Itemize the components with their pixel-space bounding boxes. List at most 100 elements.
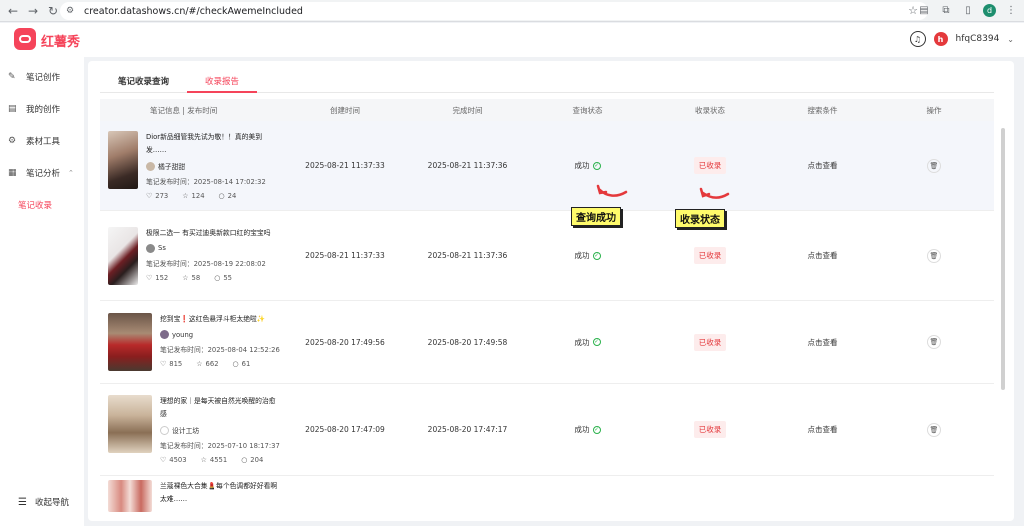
collects-count: ☆ 124 <box>182 192 204 200</box>
created-time: 2025-08-20 17:47:09 <box>305 425 385 434</box>
likes-value: 4503 <box>169 456 187 464</box>
actions-cell: 🗑 <box>875 422 993 437</box>
address-bar[interactable]: ⚙ creator.datashows.cn/#/checkAwemeInclu… <box>60 2 928 20</box>
query-status-cell: 成功 ✓ <box>525 160 650 171</box>
view-search-link[interactable]: 点击查看 <box>808 338 838 347</box>
sidebar-item-material-tools[interactable]: ⚙ 素材工具 <box>0 125 84 157</box>
finished-time: 2025-08-20 17:47:17 <box>427 425 508 434</box>
comments-count: ○ 55 <box>214 274 232 282</box>
note-thumbnail[interactable] <box>108 226 138 285</box>
col-header-search: 搜索条件 <box>807 105 838 115</box>
view-search-link[interactable]: 点击查看 <box>808 425 838 434</box>
delete-icon[interactable]: 🗑 <box>927 422 941 437</box>
heart-icon: ♡ <box>160 456 167 464</box>
username[interactable]: hfqC8394 <box>956 34 1000 44</box>
publish-time: 笔记发布时间：2025-08-04 12:52:26 <box>160 346 280 354</box>
comment-icon: ○ <box>214 273 221 282</box>
collapse-nav-button[interactable]: ☰ 收起导航 <box>18 496 69 509</box>
view-search-link[interactable]: 点击查看 <box>808 251 838 260</box>
tab-include-report[interactable]: 收录报告 <box>187 71 258 93</box>
delete-icon[interactable]: 🗑 <box>927 335 941 349</box>
callout-query-success: 查询成功 <box>571 207 621 226</box>
check-circle-icon: ✓ <box>592 251 601 260</box>
comments-value: 55 <box>223 273 232 282</box>
query-status-text: 成功 <box>574 425 590 434</box>
query-status: 成功 ✓ <box>575 160 601 171</box>
media-icon[interactable]: ▤ <box>917 3 931 17</box>
sidebar-item-note-analysis[interactable]: ▦ 笔记分析 ⌃ <box>0 157 84 189</box>
query-status-cell: 成功 ✓ <box>525 337 650 348</box>
tab-include-query[interactable]: 笔记收录查询 <box>100 71 187 93</box>
col-header-actions: 操作 <box>926 105 942 115</box>
comments-value: 204 <box>250 456 264 464</box>
query-status-text: 成功 <box>574 337 590 347</box>
note-title[interactable]: Dior新品细管我先试为敬！！真的美到发…… <box>146 131 280 157</box>
note-title[interactable]: 挖到宝❗这红色悬浮斗柜太绝啦✨ <box>160 313 280 326</box>
query-status-text: 成功 <box>574 161 590 170</box>
support-headset-icon[interactable]: ♫ <box>909 31 926 47</box>
collects-value: 4551 <box>209 456 228 464</box>
browser-menu-icon[interactable]: ⋮ <box>1004 3 1018 17</box>
comment-icon: ○ <box>241 456 248 464</box>
note-cell: 兰蔻裸色大合集💄每个色调都好好看啊太难…… <box>100 476 280 518</box>
callout-include-status: 收录状态 <box>675 209 725 228</box>
likes-count: ♡ 815 <box>160 360 182 368</box>
col-header-created: 创建时间 <box>330 105 360 115</box>
sidebar-item-note-include[interactable]: 笔记收录 <box>0 189 84 221</box>
extensions-icon[interactable]: ⧉ <box>939 3 953 17</box>
sidebar-item-my-works[interactable]: ▤ 我的创作 <box>0 93 84 125</box>
query-status: 成功 ✓ <box>575 424 601 435</box>
collapse-menu-icon: ☰ <box>18 496 27 508</box>
author-avatar <box>160 330 169 339</box>
note-title[interactable]: 理想的家｜是每天被自然光唤醒的治愈感 <box>160 395 280 421</box>
forward-icon[interactable]: → <box>24 2 42 20</box>
author-name: Ss <box>158 244 166 252</box>
table-header: 笔记信息 | 发布时间 创建时间 完成时间 查询状态 收录状态 搜索条件 操作 <box>100 99 994 121</box>
search-cell: 点击查看 <box>770 160 875 171</box>
delete-icon[interactable]: 🗑 <box>927 248 941 263</box>
include-status-cell: 已收录 <box>650 333 770 351</box>
table-scrollbar[interactable] <box>1001 128 1005 390</box>
table-row: 挖到宝❗这红色悬浮斗柜太绝啦✨ young 笔记发布时间：2025-08-04 … <box>100 301 994 384</box>
sidebar-item-note-create[interactable]: ✎ 笔记创作 <box>0 61 84 93</box>
report-table: 笔记信息 | 发布时间 创建时间 完成时间 查询状态 收录状态 搜索条件 操作 … <box>100 99 994 516</box>
logo-icon <box>14 28 36 50</box>
note-cell: Dior新品细管我先试为敬！！真的美到发…… 橘子甜甜 笔记发布时间：2025-… <box>100 125 280 206</box>
site-settings-icon[interactable]: ⚙ <box>66 6 80 16</box>
created-time: 2025-08-21 11:37:33 <box>305 251 385 260</box>
collects-count: ☆ 662 <box>196 360 218 368</box>
author-name: 橘子甜甜 <box>158 163 186 171</box>
likes-value: 815 <box>169 360 183 368</box>
col-header-query-status: 查询状态 <box>572 105 603 115</box>
note-author: 设计工坊 <box>160 425 280 435</box>
note-thumbnail[interactable] <box>108 480 152 512</box>
author-avatar <box>146 243 155 253</box>
note-title[interactable]: 极限二选一 有买过迪奥新款口红的宝宝吗 <box>146 227 280 240</box>
author-avatar <box>146 161 155 171</box>
comments-value: 24 <box>227 192 237 200</box>
star-icon: ☆ <box>182 192 189 200</box>
include-status-cell: 已收录 <box>650 421 770 438</box>
note-thumbnail[interactable] <box>108 395 152 453</box>
col-header-finished: 完成时间 <box>452 105 483 115</box>
avatar[interactable]: h <box>933 32 948 46</box>
note-thumbnail[interactable] <box>108 313 152 371</box>
likes-count: ♡ 4503 <box>160 456 187 464</box>
author-name: young <box>172 330 194 339</box>
back-icon[interactable]: ← <box>4 2 22 20</box>
browser-profile-avatar[interactable]: d <box>983 3 996 17</box>
comments-value: 61 <box>241 360 251 368</box>
finished-time: 2025-08-20 17:49:58 <box>427 337 508 347</box>
created-time: 2025-08-20 17:49:56 <box>305 337 385 347</box>
sidepanel-icon[interactable]: ▯ <box>961 3 975 17</box>
star-icon: ☆ <box>196 360 203 368</box>
delete-icon[interactable]: 🗑 <box>927 158 941 173</box>
main-panel: 笔记收录查询 收录报告 笔记信息 | 发布时间 创建时间 完成时间 查询状态 收… <box>88 61 1014 521</box>
note-title[interactable]: 兰蔻裸色大合集💄每个色调都好好看啊太难…… <box>160 480 280 506</box>
view-search-link[interactable]: 点击查看 <box>808 161 838 170</box>
note-author: 橘子甜甜 <box>146 161 280 171</box>
publish-time: 笔记发布时间：2025-08-14 17:02:32 <box>146 178 266 186</box>
chevron-down-icon[interactable]: ⌄ <box>1007 35 1014 44</box>
comments-count: ○ 61 <box>233 360 251 368</box>
note-thumbnail[interactable] <box>108 131 138 189</box>
